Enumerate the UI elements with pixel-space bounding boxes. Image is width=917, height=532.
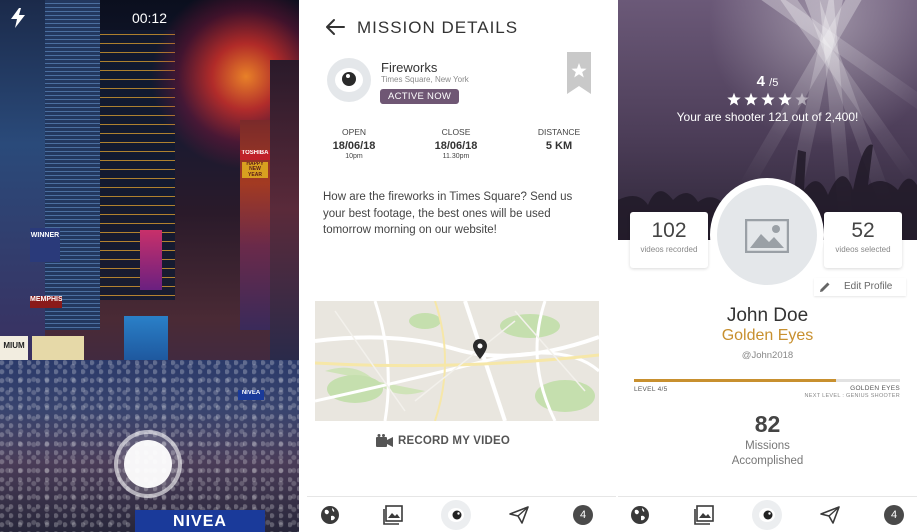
level-progress-bar	[634, 379, 900, 382]
open-info: OPEN 18/06/18 10pm	[309, 127, 399, 160]
user-handle: @John2018	[741, 350, 794, 361]
send-icon[interactable]	[509, 505, 529, 525]
billboard-pink	[140, 230, 162, 290]
distance-label: DISTANCE	[537, 127, 581, 137]
missions-label-line1: Missions	[745, 440, 790, 452]
videos-recorded-card: 102 videos recorded	[630, 212, 708, 268]
missions-label: Missions Accomplished	[618, 439, 917, 469]
profile-screen: 4 /5 Your are shooter 121 out of 2,400! …	[618, 0, 917, 532]
map[interactable]	[315, 301, 599, 421]
record-video-button[interactable]: RECORD MY VIDEO	[376, 434, 511, 447]
mission-description: How are the fireworks in Times Square? S…	[323, 191, 573, 236]
sign-nivea-small: NIVEA	[238, 390, 264, 400]
map-pin-icon	[473, 339, 487, 359]
notification-badge[interactable]: 4	[573, 505, 593, 525]
mission-location: Times Square, New York	[381, 75, 469, 84]
globe-icon[interactable]	[630, 505, 650, 525]
mission-details-screen: MISSION DETAILS Fireworks Times Square, …	[307, 0, 616, 532]
user-rank: Golden Eyes	[721, 327, 814, 344]
edit-profile-button[interactable]: Edit Profile	[814, 278, 906, 296]
rating-stars	[727, 92, 809, 106]
send-icon[interactable]	[820, 505, 840, 525]
mission-name: Fireworks	[381, 60, 438, 75]
distance-value: 5 KM	[545, 140, 573, 152]
camera-view: TOSHIBA HAPPY NEW YEAR WINNER MEMPHIS MA…	[0, 0, 299, 532]
star-filled-icon	[744, 92, 758, 106]
level-label: LEVEL 4/5	[634, 386, 668, 393]
user-name: John Doe	[726, 305, 809, 326]
close-info: CLOSE 18/06/18 11.30pm	[411, 127, 501, 160]
videos-recorded-count: 102	[651, 219, 687, 242]
open-date: 18/06/18	[332, 140, 376, 152]
videos-selected-label: videos selected	[835, 245, 891, 254]
videos-selected-card: 52 videos selected	[824, 212, 902, 268]
avatar[interactable]	[710, 178, 824, 292]
building-right	[270, 60, 299, 360]
rating-score: 4	[756, 73, 765, 90]
open-time: 10pm	[345, 153, 363, 160]
level-progress-fill	[634, 379, 837, 382]
pencil-icon	[820, 282, 830, 292]
shutter-button[interactable]	[114, 430, 182, 498]
missions-label-line2: Accomplished	[731, 455, 804, 467]
rating-value: 4 /5	[618, 73, 917, 90]
open-label: OPEN	[341, 127, 367, 137]
star-empty-icon	[795, 92, 809, 106]
video-camera-icon	[376, 434, 393, 447]
sign-winner: WINNER	[30, 228, 60, 262]
distance-info: DISTANCE 5 KM	[514, 127, 604, 152]
shooter-rank-text: Your are shooter 121 out of 2,400!	[676, 110, 859, 124]
close-time: 11.30pm	[442, 153, 470, 160]
back-arrow-icon[interactable]	[324, 18, 346, 36]
next-rank-name: GOLDEN EYES	[850, 385, 900, 392]
close-date: 18/06/18	[434, 140, 478, 152]
bottom-nav: 4	[618, 496, 917, 532]
star-filled-icon	[778, 92, 792, 106]
bookmark-star-icon[interactable]	[567, 52, 591, 94]
star-filled-icon	[727, 92, 741, 106]
image-placeholder-icon	[745, 219, 789, 253]
rating-max: /5	[769, 77, 779, 89]
close-label: CLOSE	[441, 127, 471, 137]
eye-icon[interactable]	[752, 500, 782, 530]
globe-icon[interactable]	[320, 505, 340, 525]
sign-happy-new-year: HAPPY NEW YEAR	[242, 162, 268, 178]
sign-toshiba: TOSHIBA	[240, 150, 270, 160]
next-rank: GOLDEN EYES NEXT LEVEL : GENIUS SHOOTER	[804, 385, 900, 399]
missions-count: 82	[754, 411, 781, 437]
sign-memphis: MEMPHIS	[30, 296, 62, 308]
bottom-nav: 4	[307, 496, 616, 532]
gallery-icon[interactable]	[694, 505, 714, 525]
page-title: MISSION DETAILS	[357, 18, 519, 37]
mission-eye-icon	[327, 58, 371, 102]
record-video-label: RECORD MY VIDEO	[398, 435, 511, 447]
notification-badge[interactable]: 4	[884, 505, 904, 525]
sign-nivea: NIVEA	[135, 510, 265, 532]
videos-selected-count: 52	[851, 219, 875, 242]
next-level-label: NEXT LEVEL : GENIUS SHOOTER	[804, 393, 900, 399]
status-badge: ACTIVE NOW	[380, 89, 460, 104]
map-roads	[315, 301, 599, 421]
eye-icon[interactable]	[441, 500, 471, 530]
recording-timer: 00:12	[131, 10, 168, 26]
edit-profile-label: Edit Profile	[844, 281, 893, 292]
building-left-tall	[45, 0, 100, 330]
star-filled-icon	[761, 92, 775, 106]
shutter-button-inner	[124, 440, 172, 488]
gallery-icon[interactable]	[383, 505, 403, 525]
videos-recorded-label: videos recorded	[640, 245, 698, 254]
